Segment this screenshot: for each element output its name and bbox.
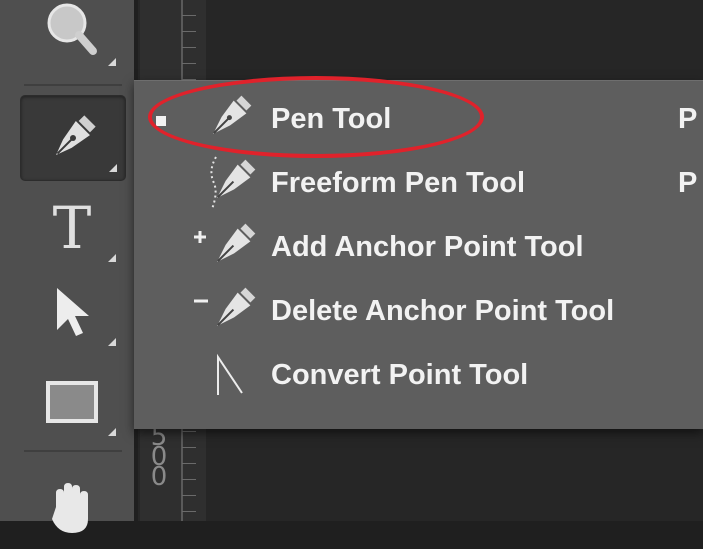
arrow-icon [57, 288, 89, 336]
pen-tool-button[interactable] [20, 95, 126, 181]
ruler-label: 500 [150, 422, 168, 492]
menu-item-convert-point-tool[interactable]: Convert Point Tool [134, 343, 703, 407]
menu-item-label: Convert Point Tool [271, 359, 529, 391]
add-anchor-pen-icon [194, 223, 256, 262]
tool-divider [24, 84, 122, 86]
menu-item-label: Add Anchor Point Tool [271, 231, 584, 263]
menu-item-label: Freeform Pen Tool [271, 167, 526, 199]
convert-point-icon [217, 353, 243, 395]
submenu-indicator [109, 164, 117, 172]
menu-item-freeform-pen-tool[interactable]: Freeform Pen Tool P [134, 151, 703, 215]
rectangle-icon [46, 381, 98, 423]
submenu-indicator [108, 428, 116, 436]
tools-panel: T [0, 0, 134, 533]
menu-item-label: Pen Tool [271, 103, 392, 135]
magnifier-icon [47, 3, 97, 55]
tool-divider [24, 450, 122, 452]
hand-icon [52, 483, 88, 533]
pen-tool-flyout-menu: Pen Tool P Freeform Pen Tool P Add Ancho… [134, 80, 703, 429]
menu-item-label: Delete Anchor Point Tool [271, 295, 615, 327]
freeform-pen-icon [210, 156, 256, 210]
type-tool-button[interactable]: T [20, 186, 124, 270]
submenu-indicator [108, 254, 116, 262]
submenu-indicator [108, 338, 116, 346]
hand-tool-button[interactable] [20, 465, 124, 549]
menu-item-delete-anchor-point-tool[interactable]: Delete Anchor Point Tool [134, 279, 703, 343]
selected-indicator [156, 116, 166, 126]
rectangle-tool-button[interactable] [20, 360, 124, 444]
delete-anchor-pen-icon [194, 287, 256, 326]
menu-item-shortcut: P [678, 167, 698, 199]
menu-item-add-anchor-point-tool[interactable]: Add Anchor Point Tool [134, 215, 703, 279]
type-icon: T [52, 194, 92, 262]
menu-item-pen-tool[interactable]: Pen Tool P [134, 87, 703, 151]
submenu-indicator [108, 58, 116, 66]
path-selection-tool-button[interactable] [20, 270, 124, 354]
zoom-tool-button[interactable] [20, 0, 124, 74]
pen-nib-icon [213, 95, 252, 134]
pen-nib-icon [56, 115, 96, 155]
menu-item-shortcut: P [678, 103, 698, 135]
